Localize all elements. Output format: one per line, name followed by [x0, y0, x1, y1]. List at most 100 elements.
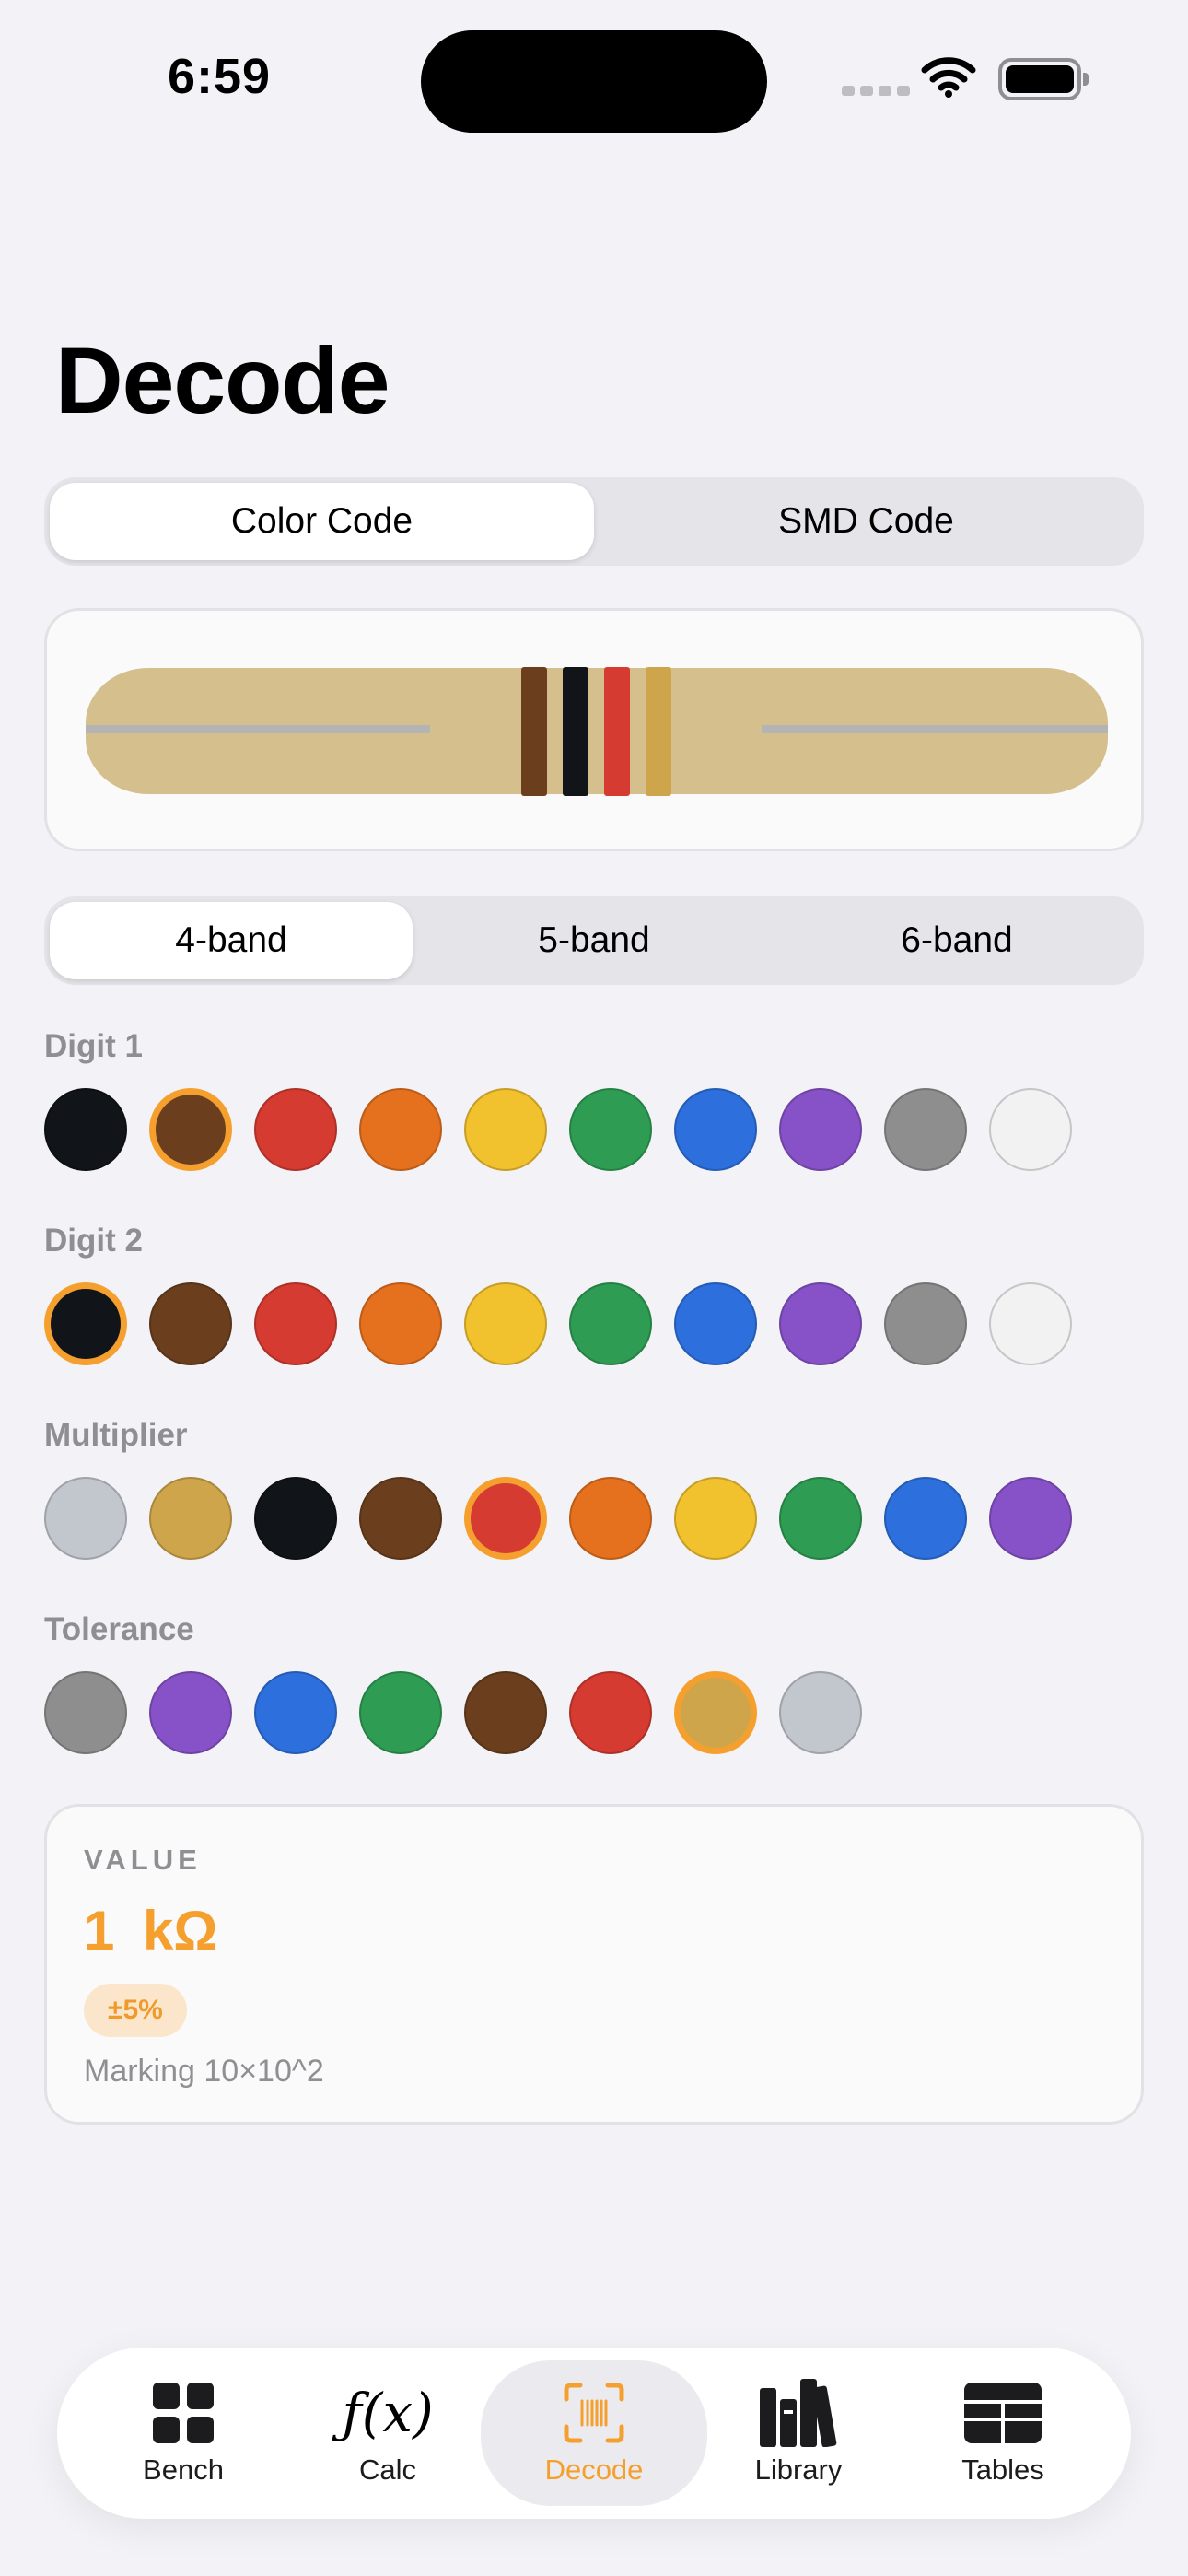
multiplier-swatch[interactable] [464, 1477, 547, 1560]
color-dot [51, 1289, 121, 1359]
tolerance-swatch[interactable] [359, 1671, 442, 1754]
color-dot [989, 1477, 1072, 1560]
tolerance-swatch[interactable] [464, 1671, 547, 1754]
tolerance-swatch[interactable] [254, 1671, 337, 1754]
color-dot [254, 1088, 337, 1171]
tab-library-label: Library [754, 2453, 843, 2486]
band-count-segmented-control: 4-band 5-band 6-band [44, 896, 1144, 985]
color-dot [464, 1671, 547, 1754]
digit-2-swatch[interactable] [569, 1282, 652, 1365]
color-dot [471, 1483, 541, 1553]
color-dot [44, 1477, 127, 1560]
color-dot [44, 1671, 127, 1754]
tolerance-swatch[interactable] [674, 1671, 757, 1754]
digit-1-swatch[interactable] [989, 1088, 1072, 1171]
color-dot [884, 1477, 967, 1560]
color-dot [674, 1282, 757, 1365]
digit-2-swatch[interactable] [989, 1282, 1072, 1365]
color-dot [884, 1282, 967, 1365]
digit-2-swatch[interactable] [44, 1282, 127, 1365]
digit-2-swatch[interactable] [674, 1282, 757, 1365]
tab-decode[interactable]: Decode [481, 2360, 707, 2506]
color-dot [989, 1088, 1072, 1171]
tolerance-swatch[interactable] [779, 1671, 862, 1754]
digit-2-swatch[interactable] [884, 1282, 967, 1365]
multiplier-swatches [44, 1477, 1072, 1560]
digit-2-swatch[interactable] [464, 1282, 547, 1365]
color-dot [254, 1671, 337, 1754]
tab-5-band[interactable]: 5-band [413, 902, 775, 979]
color-dot [569, 1671, 652, 1754]
resistor-preview-card [44, 608, 1144, 851]
tolerance-swatches [44, 1671, 862, 1754]
digit-1-swatch[interactable] [254, 1088, 337, 1171]
resistor-lead-left [86, 725, 430, 733]
tab-4-band[interactable]: 4-band [50, 902, 413, 979]
color-dot [149, 1671, 232, 1754]
multiplier-swatch[interactable] [569, 1477, 652, 1560]
digit-2-swatch[interactable] [779, 1282, 862, 1365]
resistor-band-multiplier [604, 667, 630, 796]
tab-smd-code[interactable]: SMD Code [594, 483, 1138, 560]
color-dot [464, 1088, 547, 1171]
multiplier-swatch[interactable] [149, 1477, 232, 1560]
multiplier-swatch[interactable] [44, 1477, 127, 1560]
tab-6-band[interactable]: 6-band [775, 902, 1138, 979]
status-time: 6:59 [168, 49, 272, 104]
digit-1-swatch[interactable] [359, 1088, 442, 1171]
color-dot [779, 1088, 862, 1171]
digit-1-swatch[interactable] [884, 1088, 967, 1171]
digit-1-swatch[interactable] [674, 1088, 757, 1171]
color-dot [569, 1477, 652, 1560]
multiplier-label: Multiplier [44, 1417, 188, 1453]
digit-1-swatch[interactable] [779, 1088, 862, 1171]
color-dot [779, 1671, 862, 1754]
resistor-band-tolerance [646, 667, 671, 796]
tab-tables-label: Tables [961, 2453, 1044, 2486]
multiplier-swatch[interactable] [779, 1477, 862, 1560]
digit-1-swatch[interactable] [44, 1088, 127, 1171]
digit-1-swatch[interactable] [149, 1088, 232, 1171]
digit-2-swatch[interactable] [359, 1282, 442, 1365]
color-dot [254, 1282, 337, 1365]
tab-bar: Bench ƒ(x) Calc Decode Library Tables [57, 2348, 1131, 2519]
tab-tables[interactable]: Tables [890, 2360, 1116, 2506]
color-dot [149, 1477, 232, 1560]
resistor-lead-right [762, 725, 1108, 733]
digit-2-swatches [44, 1282, 1072, 1365]
digit-1-swatches [44, 1088, 1072, 1171]
resistor-band-1 [521, 667, 547, 796]
tab-calc[interactable]: ƒ(x) Calc [274, 2360, 501, 2506]
color-dot [359, 1088, 442, 1171]
barcode-scan-icon [564, 2380, 624, 2446]
wifi-icon [921, 55, 976, 102]
tab-color-code[interactable]: Color Code [50, 483, 594, 560]
color-dot [359, 1671, 442, 1754]
digit-1-swatch[interactable] [464, 1088, 547, 1171]
tab-library[interactable]: Library [685, 2360, 912, 2506]
color-dot [464, 1282, 547, 1365]
digit-2-swatch[interactable] [254, 1282, 337, 1365]
value-card: VALUE 1 kΩ ±5% Marking 10×10^2 [44, 1804, 1144, 2125]
multiplier-swatch[interactable] [989, 1477, 1072, 1560]
value-caption: VALUE [84, 1844, 202, 1876]
multiplier-swatch[interactable] [884, 1477, 967, 1560]
color-dot [779, 1282, 862, 1365]
tolerance-swatch[interactable] [44, 1671, 127, 1754]
digit-2-swatch[interactable] [149, 1282, 232, 1365]
resistance-value: 1 kΩ [84, 1900, 218, 1961]
tolerance-swatch[interactable] [569, 1671, 652, 1754]
multiplier-swatch[interactable] [674, 1477, 757, 1560]
color-dot [254, 1477, 337, 1560]
tolerance-badge: ±5% [84, 1984, 187, 2037]
tolerance-swatch[interactable] [149, 1671, 232, 1754]
digit-1-swatch[interactable] [569, 1088, 652, 1171]
multiplier-swatch[interactable] [254, 1477, 337, 1560]
tab-bench[interactable]: Bench [70, 2360, 297, 2506]
color-dot [569, 1088, 652, 1171]
color-dot [989, 1282, 1072, 1365]
fx-icon: ƒ(x) [342, 2382, 434, 2444]
multiplier-swatch[interactable] [359, 1477, 442, 1560]
color-dot [359, 1477, 442, 1560]
digit-1-label: Digit 1 [44, 1028, 143, 1064]
